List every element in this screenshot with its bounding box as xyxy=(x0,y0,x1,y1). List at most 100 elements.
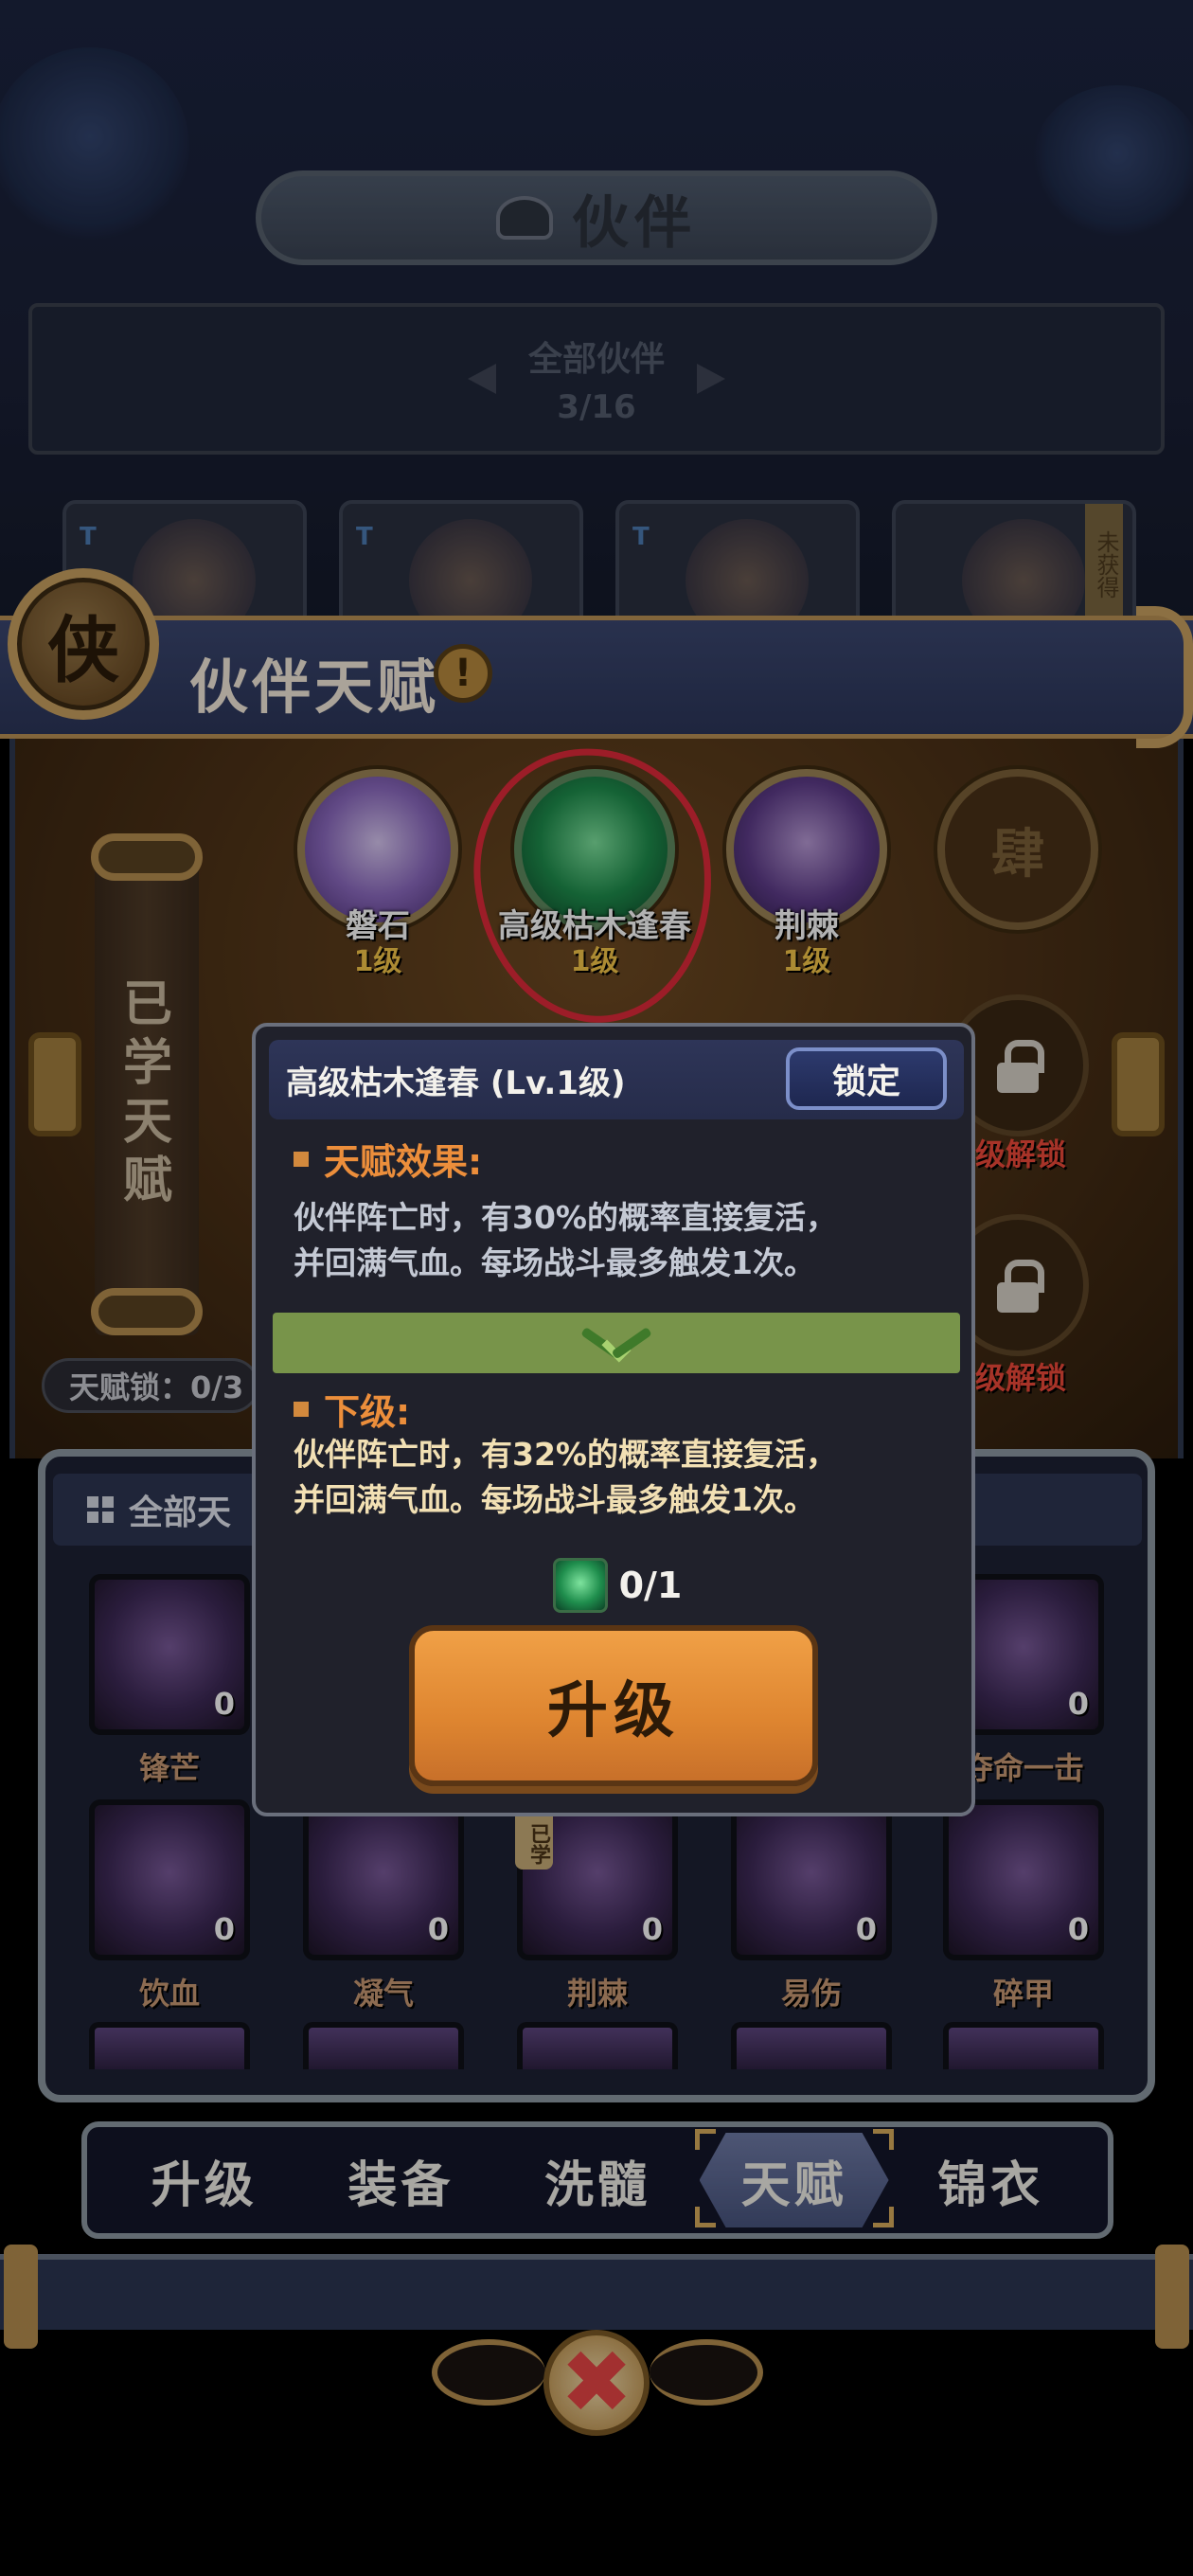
panel-hook-ornament xyxy=(1136,606,1193,748)
lock-icon xyxy=(997,1260,1044,1313)
bullet-icon xyxy=(294,1151,309,1167)
info-icon[interactable]: ! xyxy=(434,644,492,703)
prev-page-button[interactable] xyxy=(28,1032,81,1136)
talent-card-name: 碎甲 xyxy=(992,1976,1054,2012)
bottom-tab-bar: 升级 装备 洗髓 天赋 锦衣 xyxy=(81,2121,1113,2239)
partner-count: 3/16 xyxy=(557,388,636,426)
current-effect-line: 伙伴阵亡时，有30%的概率直接复活， xyxy=(294,1199,837,1236)
talent-card-name: 易伤 xyxy=(780,1976,842,2012)
talent-card-name: 凝气 xyxy=(352,1976,414,2012)
current-effect-line: 并回满气血。每场战斗最多触发1次。 xyxy=(294,1244,815,1281)
talent-card-name: 饮血 xyxy=(138,1976,200,2012)
talent-card[interactable]: 0 xyxy=(89,1799,250,1960)
partner-filter[interactable]: 全部伙伴 3/16 xyxy=(28,303,1165,455)
next-heading-text: 下级: xyxy=(324,1391,411,1433)
talent-count: 0 xyxy=(427,1911,449,1947)
tab-costume[interactable]: 锦衣 xyxy=(896,2133,1085,2227)
all-talents-title: 全部天 xyxy=(129,1494,232,1532)
tab-refine[interactable]: 洗髓 xyxy=(503,2133,692,2227)
cost-amount: 0/1 xyxy=(618,1565,683,1606)
lock-talent-button[interactable]: 锁定 xyxy=(786,1047,947,1110)
talent-count: 0 xyxy=(855,1911,877,1947)
partner-card[interactable]: 未获得 xyxy=(892,500,1136,625)
scroll-cap-ornament xyxy=(91,1288,203,1335)
chevron-down-icon xyxy=(587,1326,646,1363)
talent-card[interactable] xyxy=(89,2022,250,2069)
partner-portrait xyxy=(409,519,532,625)
rarity-tag: T xyxy=(356,523,373,551)
bottom-frame xyxy=(0,2254,1193,2330)
tab-upgrade[interactable]: 升级 xyxy=(110,2133,299,2227)
filter-prev-arrow-icon[interactable] xyxy=(468,364,496,394)
lock-icon xyxy=(997,1040,1044,1093)
upgrade-button[interactable]: 升级 xyxy=(409,1625,818,1786)
partner-list: T T T 未获得 xyxy=(62,500,1161,625)
talent-count: 0 xyxy=(641,1911,663,1947)
talent-card[interactable] xyxy=(731,2022,892,2069)
close-button[interactable]: ✖ xyxy=(543,2330,650,2436)
bullet-icon xyxy=(294,1401,309,1417)
scroll-cap-ornament xyxy=(91,833,203,881)
talent-card[interactable] xyxy=(517,2022,678,2069)
talent-detail-dialog: 高级枯木逢春 (Lv.1级) 锁定 天赋效果: 伙伴阵亡时，有30%的概率直接复… xyxy=(252,1023,975,1816)
upgrade-button-label: 升级 xyxy=(547,1676,680,1746)
next-page-button[interactable] xyxy=(1112,1032,1165,1136)
filter-next-arrow-icon[interactable] xyxy=(697,364,725,394)
talent-node-level: 1级 xyxy=(782,945,831,978)
partner-screen-background: 伙伴 全部伙伴 3/16 T T T 未获得 xyxy=(0,0,1193,625)
next-effect-line: 并回满气血。每场战斗最多触发1次。 xyxy=(294,1481,815,1518)
talent-panel-header xyxy=(0,616,1193,739)
learned-talents-label: 已学天赋 xyxy=(122,976,172,1209)
active-tab-corner xyxy=(695,2129,716,2150)
talent-card[interactable]: 0 xyxy=(89,1574,250,1735)
next-effect-line: 伙伴阵亡时，有32%的概率直接复活， xyxy=(294,1436,837,1473)
page-title-banner: 伙伴 xyxy=(256,170,937,265)
talent-card[interactable]: 0 xyxy=(303,1799,464,1960)
talent-count: 0 xyxy=(1067,1911,1089,1947)
dialog-titlebar: 高级枯木逢春 (Lv.1级) 锁定 xyxy=(269,1040,964,1119)
talent-node-level: 1级 xyxy=(353,945,402,978)
dialog-title: 高级枯木逢春 (Lv.1级) xyxy=(286,1064,626,1102)
rarity-tag: T xyxy=(632,523,650,551)
talent-card[interactable]: 0 xyxy=(731,1799,892,1960)
page-title: 伙伴 xyxy=(572,189,697,257)
rarity-tag: T xyxy=(80,523,97,551)
talent-count: 0 xyxy=(213,1911,235,1947)
talent-book-icon xyxy=(552,1558,608,1613)
partner-portrait xyxy=(686,519,809,625)
talent-card-name: 荆棘 xyxy=(566,1976,628,2012)
next-section-heading: 下级: xyxy=(294,1383,410,1435)
talent-count: 0 xyxy=(213,1686,235,1722)
effect-heading-text: 天赋效果: xyxy=(324,1141,483,1183)
effect-section-heading: 天赋效果: xyxy=(294,1133,482,1185)
partner-card[interactable]: T xyxy=(615,500,860,625)
next-effect-text: 伙伴阵亡时，有32%的概率直接复活， 并回满气血。每场战斗最多触发1次。 xyxy=(294,1432,947,1523)
tab-equipment[interactable]: 装备 xyxy=(306,2133,495,2227)
talent-node-level: 1级 xyxy=(570,945,619,978)
not-obtained-badge: 未获得 xyxy=(1085,504,1123,617)
talent-card[interactable]: 0 xyxy=(943,1799,1104,1960)
partner-portrait xyxy=(962,519,1085,625)
current-effect-text: 伙伴阵亡时，有30%的概率直接复活， 并回满气血。每场战斗最多触发1次。 xyxy=(294,1195,947,1286)
dragon-ornament-icon xyxy=(0,47,189,246)
straw-hat-icon xyxy=(496,196,553,240)
active-tab-corner xyxy=(873,2129,894,2150)
class-badge: 侠 xyxy=(8,568,159,720)
talent-card-name: 锋芒 xyxy=(138,1750,200,1786)
unlock-level-label: 级解锁 xyxy=(975,1360,1067,1396)
class-badge-glyph: 侠 xyxy=(47,608,119,692)
talent-card[interactable] xyxy=(943,2022,1104,2069)
talent-count: 0 xyxy=(1067,1686,1089,1722)
talent-node-empty-slot[interactable]: 肆 xyxy=(937,769,1098,930)
talent-card[interactable] xyxy=(303,2022,464,2069)
frame-post-ornament xyxy=(1155,2245,1189,2349)
next-level-divider xyxy=(273,1313,960,1373)
tab-talent[interactable]: 天赋 xyxy=(699,2133,889,2227)
upgrade-cost: 0/1 xyxy=(256,1557,979,1614)
slot-number-glyph: 肆 xyxy=(991,823,1044,886)
partner-card[interactable]: T xyxy=(339,500,583,625)
learned-badge: 已学 xyxy=(515,1813,553,1869)
talent-panel-title: 伙伴天赋 xyxy=(189,653,440,722)
close-icon: ✖ xyxy=(560,2332,633,2433)
active-tab-corner xyxy=(695,2207,716,2227)
